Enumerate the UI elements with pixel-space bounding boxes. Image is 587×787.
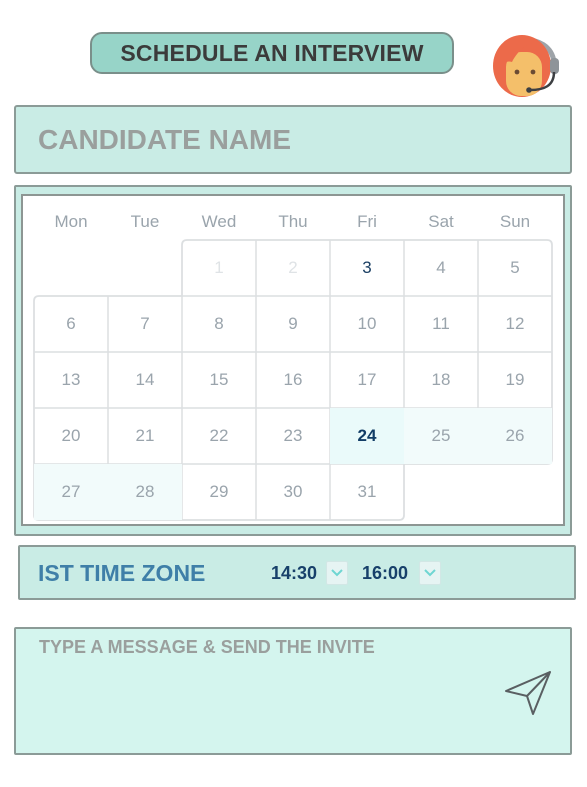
start-time-value[interactable]: 14:30 <box>271 563 317 584</box>
calendar-day[interactable]: 29 <box>182 464 256 520</box>
calendar-day: 2 <box>288 258 298 277</box>
calendar-day[interactable]: 19 <box>478 352 552 408</box>
calendar-day[interactable]: 31 <box>330 464 404 520</box>
calendar-day[interactable]: 15 <box>182 352 256 408</box>
calendar-day[interactable]: 16 <box>256 352 330 408</box>
calendar-day[interactable]: 4 <box>404 240 478 296</box>
calendar-day[interactable]: 11 <box>404 296 478 352</box>
chevron-down-icon <box>331 569 343 577</box>
weekday-header: Sun <box>499 212 531 231</box>
calendar-day[interactable]: 21 <box>108 408 182 464</box>
calendar: Mon Tue Wed Thu Fri Sat Sun 1 2 3 4 5 6 7 8 9 10 11 12 13 14… <box>21 194 565 526</box>
calendar-day[interactable]: 14 <box>108 352 182 408</box>
calendar-panel: Mon Tue Wed Thu Fri Sat Sun 1 2 3 4 5 6 7 8 9 10 11 12 13 14… <box>14 185 572 536</box>
calendar-day[interactable]: 18 <box>404 352 478 408</box>
message-input[interactable] <box>39 637 499 737</box>
calendar-day[interactable]: 5 <box>478 240 552 296</box>
end-time-value[interactable]: 16:00 <box>362 563 408 584</box>
send-invite-button[interactable] <box>502 667 554 719</box>
calendar-day[interactable]: 22 <box>182 408 256 464</box>
weekday-header: Thu <box>278 212 308 231</box>
calendar-day[interactable]: 25 <box>404 408 478 464</box>
calendar-day[interactable]: 27 <box>34 464 108 520</box>
calendar-day[interactable]: 8 <box>182 296 256 352</box>
calendar-day[interactable]: 28 <box>108 464 182 520</box>
page-title: SCHEDULE AN INTERVIEW <box>90 32 454 74</box>
weekday-header: Fri <box>357 212 377 231</box>
end-time-dropdown[interactable] <box>419 561 441 585</box>
calendar-day[interactable]: 3 <box>330 240 404 296</box>
calendar-day[interactable]: 6 <box>34 296 108 352</box>
timezone-label: IST TIME ZONE <box>38 560 206 586</box>
calendar-day[interactable]: 12 <box>478 296 552 352</box>
start-time-dropdown[interactable] <box>326 561 348 585</box>
calendar-day[interactable]: 17 <box>330 352 404 408</box>
message-panel <box>14 627 572 755</box>
weekday-header: Tue <box>130 212 160 231</box>
calendar-day[interactable]: 20 <box>34 408 108 464</box>
calendar-day[interactable]: 13 <box>34 352 108 408</box>
support-agent-avatar-icon <box>484 24 564 102</box>
chevron-down-icon <box>424 569 436 577</box>
paper-plane-icon <box>505 671 551 715</box>
calendar-day[interactable]: 30 <box>256 464 330 520</box>
calendar-day[interactable]: 24 <box>330 408 404 464</box>
calendar-day[interactable]: 7 <box>108 296 182 352</box>
schedule-interview-page: SCHEDULE AN INTERVIEW MonTueWedTh <box>0 0 587 787</box>
weekday-header: Sat <box>428 212 454 231</box>
weekday-header: Mon <box>54 212 88 231</box>
weekday-header: Wed <box>201 212 237 231</box>
calendar-day[interactable]: 10 <box>330 296 404 352</box>
calendar-day[interactable]: 26 <box>478 408 552 464</box>
calendar-day[interactable]: 23 <box>256 408 330 464</box>
candidate-name-input[interactable] <box>38 123 570 156</box>
timezone-panel: IST TIME ZONE 14:30 16:00 <box>18 545 576 600</box>
calendar-day: 1 <box>214 258 224 277</box>
calendar-day[interactable]: 9 <box>256 296 330 352</box>
candidate-name-field[interactable] <box>14 105 572 174</box>
